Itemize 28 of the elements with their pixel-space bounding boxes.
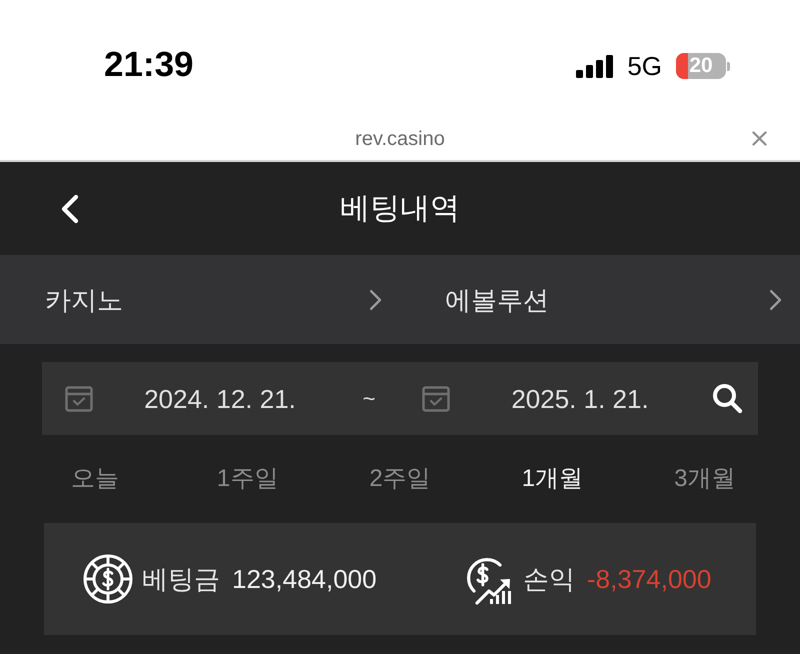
- url-text: rev.casino: [355, 127, 445, 151]
- period-tab[interactable]: 2주일: [369, 464, 431, 494]
- summary-value: -8,374,000: [587, 563, 712, 595]
- period-tab[interactable]: 1개월: [522, 464, 584, 494]
- summary-value: 123,484,000: [232, 563, 377, 595]
- search-icon[interactable]: [712, 383, 743, 414]
- start-date[interactable]: 2024. 12. 21.: [93, 382, 347, 414]
- period-tab[interactable]: 3개월: [674, 464, 736, 494]
- summary-label: 베팅금: [142, 563, 220, 595]
- back-icon[interactable]: [61, 194, 79, 224]
- signal-icon: [576, 54, 614, 78]
- chevron-right-icon: [768, 288, 782, 310]
- period-tab[interactable]: 1주일: [216, 464, 278, 494]
- calendar-icon[interactable]: [65, 386, 93, 412]
- category-selector[interactable]: 에볼루션: [400, 255, 800, 344]
- calendar-icon[interactable]: [422, 386, 450, 412]
- category-selector[interactable]: 카지노: [0, 255, 400, 344]
- network-type: 5G: [627, 52, 662, 80]
- range-separator: ~: [362, 384, 376, 412]
- battery-indicator: 20: [676, 53, 730, 79]
- status-time: 21:39: [104, 44, 194, 86]
- summary-label: 손익: [523, 563, 575, 595]
- period-tab[interactable]: 오늘: [71, 464, 120, 494]
- chip-dollar-icon: [83, 554, 133, 604]
- page-title: 베팅내역: [340, 190, 460, 226]
- end-date[interactable]: 2025. 1. 21.: [450, 382, 710, 414]
- chevron-right-icon: [368, 288, 382, 310]
- close-icon[interactable]: [752, 131, 767, 146]
